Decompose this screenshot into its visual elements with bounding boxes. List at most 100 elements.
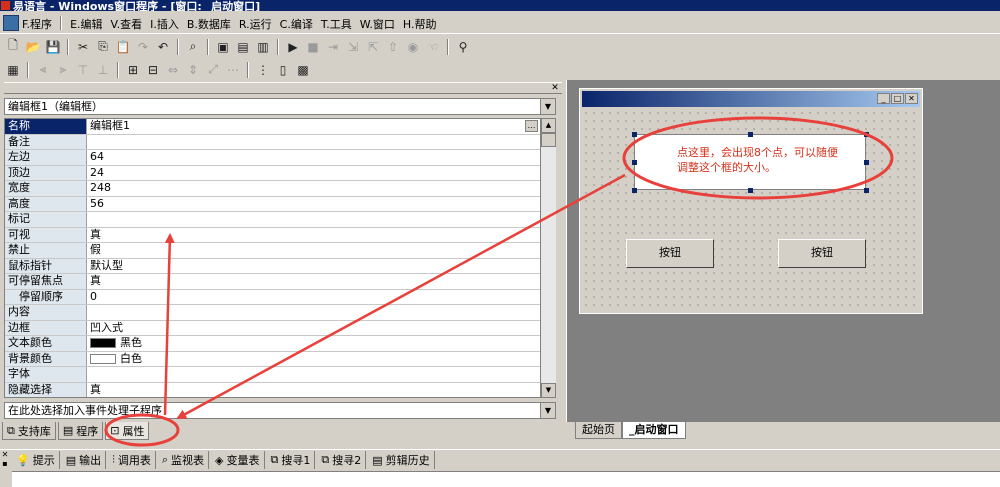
editbox-control[interactable]: 点这里，会出现8个点，可以随便调整这个框的大小。 [634,134,866,190]
chevron-down-icon[interactable]: ▼ [540,99,555,114]
center-v-icon[interactable]: ⊟ [144,61,162,79]
property-row[interactable]: 背景颜色 白色 [5,351,540,367]
property-value[interactable]: 248 [87,181,540,196]
event-selector[interactable]: 在此处选择加入事件处理子程序 ▼ [4,402,556,419]
ellipsis-icon[interactable]: … [525,120,538,132]
new-file-icon[interactable]: 🗋 [4,38,22,56]
binoculars-icon[interactable]: ⚲ [454,38,472,56]
breakpoint-icon[interactable]: ◉ [404,38,422,56]
minimize-icon[interactable]: _ [877,93,890,104]
property-row[interactable]: 边框 凹入式 [5,320,540,336]
center-h-icon[interactable]: ⊞ [124,61,142,79]
form-button-2[interactable]: 按钮 [778,239,866,268]
property-value[interactable] [87,135,540,150]
property-value[interactable]: 假 [87,243,540,258]
property-row[interactable]: 标记 [5,212,540,228]
tab-start-page[interactable]: 起始页 [575,422,622,439]
property-row[interactable]: 高度 56 [5,196,540,212]
property-value[interactable]: 64 [87,150,540,165]
same-width-icon[interactable]: ⇔ [164,61,182,79]
property-value[interactable] [87,212,540,227]
property-row[interactable]: 隐藏选择真 [5,382,540,398]
chevron-down-icon[interactable]: ▼ [540,403,555,418]
property-row[interactable]: 文本颜色 黑色 [5,336,540,352]
tab-hint[interactable]: 💡 提示 [12,451,60,469]
form-window[interactable]: _ □ ✕ 点这里，会出现8个点，可以随便调整这个框的大小。 按钮 按钮 [579,88,923,314]
property-value[interactable]: 56 [87,197,540,212]
property-row[interactable]: 可视真 [5,227,540,243]
space-h-icon[interactable]: ⋯ [224,61,242,79]
step-over-icon[interactable]: ⇱ [364,38,382,56]
property-value[interactable]: 编辑框1… [87,119,540,134]
menu-edit[interactable]: E.编辑 [70,16,102,32]
paste-icon[interactable]: 📋 [114,38,132,56]
step-icon[interactable]: ⇥ [324,38,342,56]
grid-icon[interactable]: ▦ [4,61,22,79]
same-height-icon[interactable]: ⇕ [184,61,202,79]
undo-icon[interactable]: ↶ [154,38,172,56]
save-icon[interactable]: 💾 [44,38,62,56]
property-row[interactable]: 顶边 24 [5,165,540,181]
property-value[interactable]: 真 [87,383,540,398]
property-row[interactable]: 内容 [5,305,540,321]
stop-icon[interactable]: ■ [304,38,322,56]
open-folder-icon[interactable]: 📂 [24,38,42,56]
output-content[interactable] [12,471,1000,487]
menu-view[interactable]: V.查看 [111,16,143,32]
object-selector[interactable]: 编辑框1（编辑框） ▼ [4,98,556,115]
space-v-icon[interactable]: ⋮ [254,61,272,79]
menu-tools[interactable]: T.工具 [321,16,352,32]
property-row[interactable]: 字体 [5,367,540,383]
menu-compile[interactable]: C.编译 [280,16,313,32]
order-icon[interactable]: ▯ [274,61,292,79]
property-value[interactable]: 24 [87,166,540,181]
tab-search1[interactable]: ⧉ 搜寻1 [267,451,316,469]
resize-handle[interactable] [748,188,753,193]
layout-icon[interactable]: ▣ [214,38,232,56]
property-value[interactable] [87,367,540,382]
property-row[interactable]: 禁止假 [5,243,540,259]
align-bottom-icon[interactable]: ⊥ [94,61,112,79]
property-row[interactable]: 宽度 248 [5,181,540,197]
tab-clipboard-history[interactable]: ▤ 剪辑历史 [368,451,435,469]
scroll-up-icon[interactable]: ▲ [541,118,556,133]
property-row[interactable]: 可停留焦点真 [5,274,540,290]
menu-database[interactable]: B.数据库 [187,16,231,32]
property-row[interactable]: 左边 64 [5,150,540,166]
align-top-icon[interactable]: ⊤ [74,61,92,79]
tab-output[interactable]: ▤ 输出 [62,451,107,469]
hand-icon[interactable]: ☜ [424,38,442,56]
property-value[interactable]: 凹入式 [87,321,540,336]
cut-icon[interactable]: ✂ [74,38,92,56]
lock-icon[interactable]: ▩ [294,61,312,79]
close-icon[interactable]: ✕ [550,83,560,93]
property-row[interactable]: 备注 [5,134,540,150]
property-value[interactable]: 真 [87,228,540,243]
property-value[interactable]: 白色 [87,352,540,367]
menu-program[interactable]: F.程序 [22,16,52,32]
resize-handle[interactable] [748,132,753,137]
property-row[interactable]: 名称 编辑框1… [5,119,540,135]
align-left-icon[interactable]: ⫷ [34,61,52,79]
form-button-1[interactable]: 按钮 [626,239,714,268]
resize-handle[interactable] [864,160,869,165]
redo-icon[interactable]: ↷ [134,38,152,56]
align-right-icon[interactable]: ⫸ [54,61,72,79]
tab-search2[interactable]: ⧉ 搜寻2 [317,451,367,469]
copy-icon[interactable]: ⎘ [94,38,112,56]
form-titlebar[interactable]: _ □ ✕ [582,91,920,107]
app-menu-icon[interactable] [3,15,19,31]
menu-insert[interactable]: I.插入 [150,16,179,32]
find-icon[interactable]: ⌕ [184,38,202,56]
scroll-down-icon[interactable]: ▼ [541,383,556,398]
tab-properties[interactable]: ⊡ 属性 [105,422,150,440]
maximize-icon[interactable]: □ [891,93,904,104]
layout3-icon[interactable]: ▥ [254,38,272,56]
menu-run[interactable]: R.运行 [239,16,272,32]
property-value[interactable] [87,305,540,320]
pin-icon[interactable]: ✕ ▪ [0,450,10,471]
step-into-icon[interactable]: ⇲ [344,38,362,56]
same-size-icon[interactable]: ⤢ [204,61,222,79]
tab-variables[interactable]: ◈ 变量表 [211,451,265,469]
property-value[interactable]: 黑色 [87,336,540,351]
